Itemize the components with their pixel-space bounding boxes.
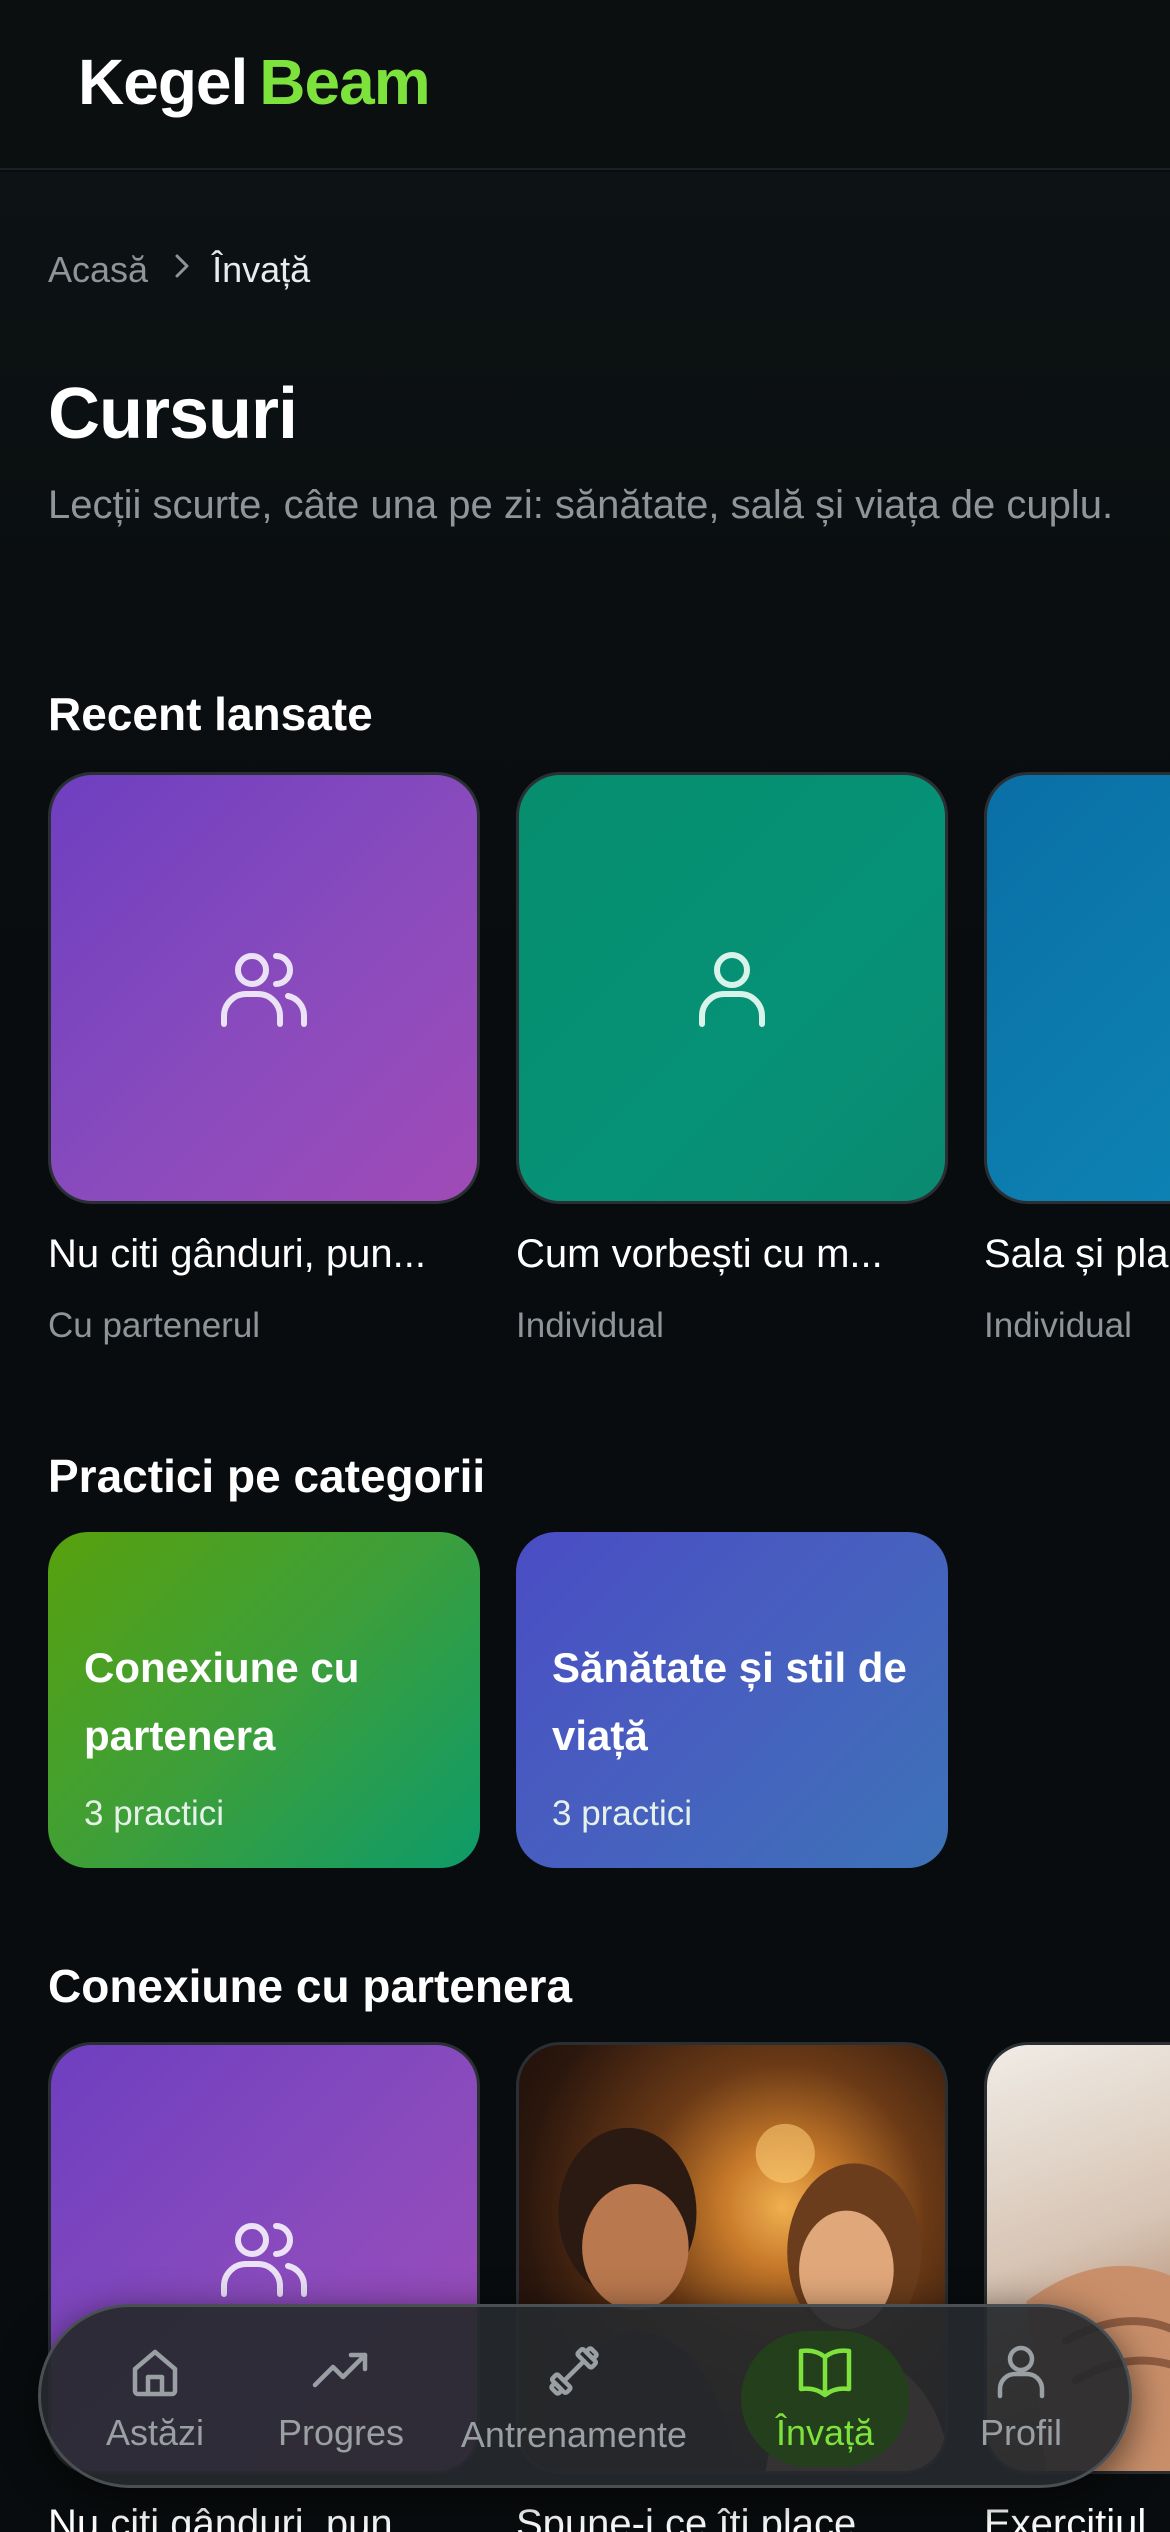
nav-item-today[interactable]: Astăzi — [77, 2331, 233, 2467]
app-logo[interactable]: Kegel Beam — [78, 44, 431, 120]
book-icon — [795, 2343, 855, 2399]
course-title[interactable]: Cum vorbești cu m... — [516, 1226, 956, 1282]
breadcrumb-current: Învață — [212, 249, 311, 290]
nav-label: Astăzi — [105, 2412, 205, 2453]
profile-icon — [995, 2343, 1047, 2399]
logo-word-kegel: Kegel — [78, 46, 248, 118]
section-title-categories: Practici pe categorii — [48, 1450, 486, 1502]
dumbbell-icon — [544, 2341, 604, 2401]
users-icon — [216, 946, 312, 1030]
course-title[interactable]: Spune-i ce îți place — [516, 2496, 956, 2532]
course-audience: Individual — [516, 1306, 664, 1345]
breadcrumb-home-link[interactable]: Acasă — [48, 250, 148, 290]
breadcrumb: Acasă Învață — [48, 250, 310, 290]
nav-item-profile[interactable]: Profil — [941, 2331, 1101, 2467]
users-icon — [216, 2216, 312, 2300]
bottom-navigation: Astăzi Progres Antrenamente Învață Profi… — [38, 2304, 1132, 2488]
top-bar: Kegel Beam — [0, 0, 1170, 170]
logo-word-beam: Beam — [259, 46, 430, 118]
nav-item-learn[interactable]: Învață — [741, 2331, 909, 2467]
section-title-partner: Conexiune cu partenera — [48, 1960, 573, 2012]
nav-item-progress[interactable]: Progres — [261, 2331, 421, 2467]
course-title[interactable]: Sala și pla — [984, 1226, 1170, 1282]
nav-label: Progres — [277, 2412, 405, 2453]
chevron-right-icon — [174, 250, 190, 290]
category-card[interactable]: Sănătate și stil de viață 3 practici — [516, 1532, 948, 1868]
course-thumbnail[interactable] — [48, 772, 480, 1204]
course-audience: Individual — [984, 1306, 1132, 1345]
course-audience: Cu partenerul — [48, 1306, 261, 1345]
course-title[interactable]: Nu citi gânduri, pun — [48, 2496, 488, 2532]
nav-label: Antrenamente — [460, 2414, 688, 2455]
category-name: Conexiune cu partenera — [84, 1644, 360, 1759]
course-card[interactable]: Nu citi gânduri, pun... Cu partenerul — [48, 772, 480, 1348]
category-card[interactable]: Conexiune cu partenera 3 practici — [48, 1532, 480, 1868]
course-title[interactable]: Exercițiul — [984, 2496, 1170, 2532]
course-card[interactable]: Sala și pla Individual — [984, 772, 1170, 1348]
course-card[interactable]: Cum vorbești cu m... Individual — [516, 772, 948, 1348]
section-title-recent: Recent lansate — [48, 688, 373, 740]
page-title: Cursuri — [48, 374, 298, 454]
home-icon — [127, 2343, 183, 2399]
course-thumbnail[interactable] — [984, 772, 1170, 1204]
categories-row: Conexiune cu partenera 3 practici Sănăta… — [48, 1532, 1170, 1872]
user-icon — [696, 946, 768, 1030]
nav-label: Profil — [979, 2412, 1063, 2453]
nav-label: Învață — [775, 2412, 875, 2453]
nav-item-workouts[interactable]: Antrenamente — [449, 2331, 699, 2467]
category-count: 3 practici — [84, 1794, 225, 1833]
page-subtitle: Lecții scurte, câte una pe zi: sănătate,… — [48, 483, 1114, 527]
category-name: Sănătate și stil de viață — [552, 1644, 907, 1759]
course-thumbnail[interactable] — [516, 772, 948, 1204]
trend-icon — [311, 2343, 371, 2399]
recent-carousel[interactable]: Nu citi gânduri, pun... Cu partenerul Cu… — [48, 772, 1170, 1372]
category-count: 3 practici — [552, 1794, 693, 1833]
course-title[interactable]: Nu citi gânduri, pun... — [48, 1226, 488, 1282]
